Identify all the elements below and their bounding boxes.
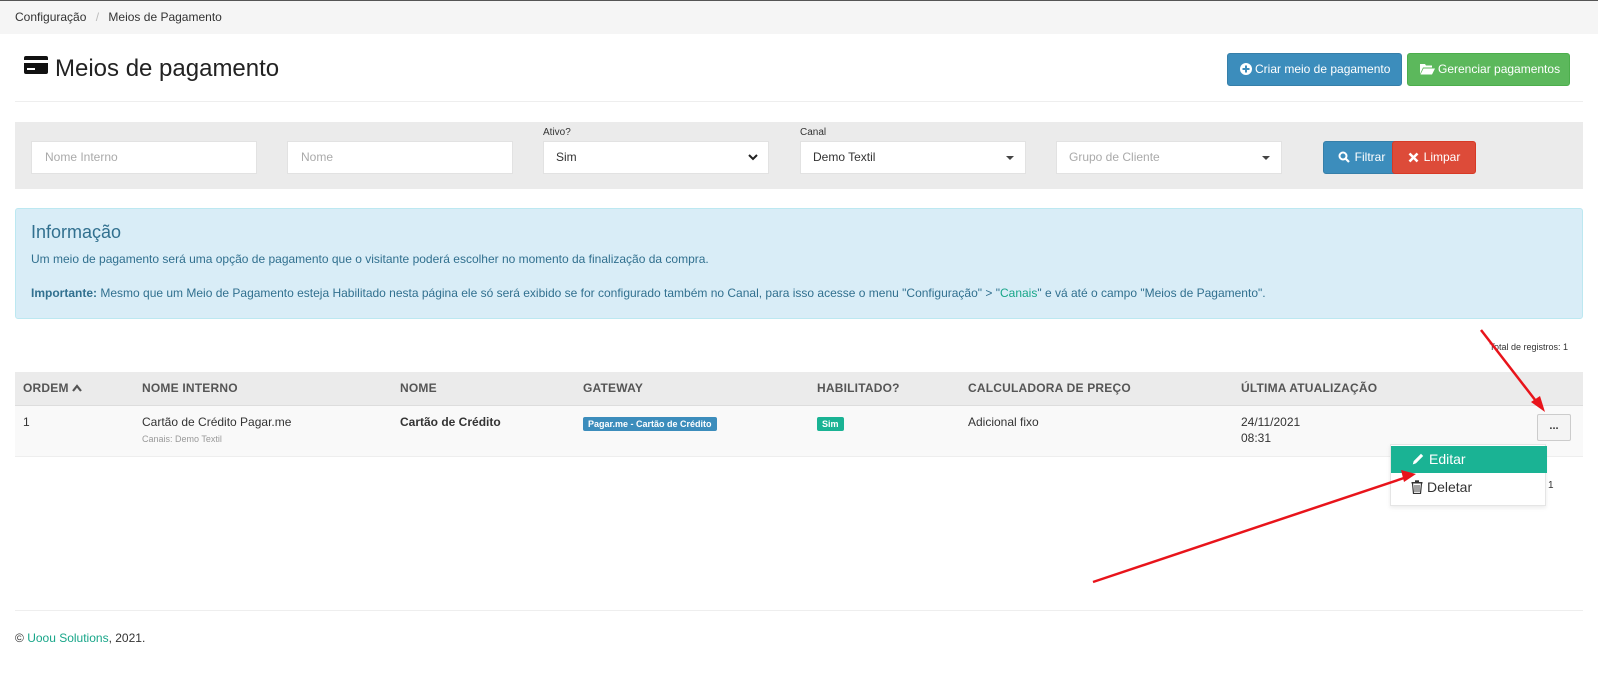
menu-item-delete-label: Deletar [1427, 479, 1473, 495]
channels-value: Canais: Demo Textil [142, 434, 222, 444]
channels-link[interactable]: Canais [1000, 286, 1037, 300]
manage-payments-button[interactable]: Gerenciar pagamentos [1407, 53, 1570, 86]
column-last-update[interactable]: ÚLTIMA ATUALIZAÇÃO [1241, 381, 1377, 395]
plus-circle-icon [1240, 63, 1252, 75]
active-select[interactable]: Sim [543, 141, 769, 174]
table-row: 1 Cartão de Crédito Pagar.me Canais: Dem… [15, 405, 1583, 457]
search-icon [1338, 151, 1350, 163]
column-enabled[interactable]: HABILITADO? [817, 381, 900, 395]
channel-select-value: Demo Textil [813, 150, 876, 164]
channel-select[interactable]: Demo Textil [800, 141, 1026, 174]
cell-internal-name: Cartão de Crédito Pagar.me Canais: Demo … [142, 415, 291, 444]
page-title: Meios de pagamento [55, 55, 280, 82]
updated-time: 08:31 [1241, 431, 1272, 445]
close-icon [1408, 152, 1419, 163]
caret-down-icon [1262, 156, 1270, 160]
filter-button-label: Filtrar [1354, 150, 1386, 164]
internal-name-value: Cartão de Crédito Pagar.me [142, 415, 292, 429]
manage-button-label: Gerenciar pagamentos [1438, 62, 1561, 76]
updated-date: 24/11/2021 [1241, 415, 1301, 429]
internal-name-placeholder: Nome Interno [45, 150, 118, 164]
cell-name: Cartão de Crédito [400, 415, 501, 429]
internal-name-input[interactable]: Nome Interno [31, 141, 257, 174]
breadcrumb-item-configuracao[interactable]: Configuração [15, 10, 86, 24]
name-placeholder: Nome [301, 150, 334, 164]
channel-label: Canal [800, 127, 827, 138]
info-important: Importante: Mesmo que um Meio de Pagamen… [31, 285, 1567, 302]
filter-panel: Nome Interno Nome Ativo? Sim Canal Demo … [15, 122, 1583, 189]
info-title: Informação [31, 222, 122, 242]
footer-divider [15, 610, 1583, 611]
column-gateway[interactable]: GATEWAY [583, 381, 643, 395]
row-actions-button[interactable]: ... [1537, 414, 1571, 441]
menu-item-edit[interactable]: Editar [1391, 446, 1547, 473]
annotation-arrows [1092, 329, 1545, 584]
folder-open-icon [1420, 64, 1435, 75]
footer: © Uoou Solutions, 2021. [15, 631, 145, 645]
cell-gateway: Pagar.me - Cartão de Crédito [583, 416, 717, 431]
column-name[interactable]: NOME [400, 381, 437, 395]
info-callout: Informação Um meio de pagamento será uma… [15, 208, 1583, 319]
create-payment-method-button[interactable]: Criar meio de pagamento [1227, 53, 1402, 86]
breadcrumb: Configuração / Meios de Pagamento [0, 1, 1598, 34]
customer-group-placeholder: Grupo de Cliente [1069, 150, 1160, 164]
pencil-icon [1412, 453, 1424, 465]
customer-group-select[interactable]: Grupo de Cliente [1056, 141, 1282, 174]
copyright-year: , 2021. [108, 631, 146, 645]
column-order[interactable]: ORDEM [23, 381, 83, 395]
cell-order: 1 [23, 415, 30, 429]
cell-price-calculator: Adicional fixo [968, 415, 1039, 429]
breadcrumb-separator: / [95, 10, 100, 24]
table-header: ORDEM NOME INTERNO NOME GATEWAY HABILITA… [15, 372, 1583, 405]
column-internal-name[interactable]: NOME INTERNO [142, 381, 238, 395]
important-label: Importante: [31, 286, 97, 300]
cell-last-update: 24/11/2021 08:31 [1241, 415, 1300, 445]
caret-down-icon [1006, 156, 1014, 160]
gateway-badge: Pagar.me - Cartão de Crédito [583, 417, 717, 431]
name-input[interactable]: Nome [287, 141, 513, 174]
clear-button[interactable]: Limpar [1392, 141, 1476, 174]
info-text: Um meio de pagamento será uma opção de p… [31, 252, 709, 266]
menu-item-edit-label: Editar [1429, 451, 1466, 467]
enabled-badge: Sim [817, 417, 844, 431]
company-link[interactable]: Uoou Solutions [27, 631, 108, 645]
cell-enabled: Sim [817, 416, 844, 431]
active-label: Ativo? [543, 127, 571, 138]
important-text-2: " e vá até o campo "Meios de Pagamento". [1037, 286, 1266, 300]
column-order-label: ORDEM [23, 381, 69, 395]
menu-item-delete[interactable]: Deletar [1391, 474, 1547, 501]
active-select-value: Sim [556, 150, 577, 164]
filter-button[interactable]: Filtrar [1323, 141, 1400, 174]
breadcrumb-item-current: Meios de Pagamento [108, 10, 222, 24]
important-text-1: Mesmo que um Meio de Pagamento esteja Ha… [100, 286, 1000, 300]
pagination-count: 1 [1548, 480, 1554, 491]
column-price-calculator[interactable]: CALCULADORA DE PREÇO [968, 381, 1131, 395]
credit-card-icon [24, 56, 48, 74]
copyright-symbol: © [15, 631, 24, 645]
create-button-label: Criar meio de pagamento [1255, 62, 1391, 76]
arrow-to-edit-item [1092, 470, 1416, 584]
chevron-down-icon [748, 154, 758, 161]
total-records: Total de registros: 1 [1489, 342, 1568, 352]
sort-up-icon [72, 384, 83, 392]
page-header: Meios de pagamento Criar meio de pagamen… [15, 52, 1583, 102]
row-actions-menu: Editar Deletar [1390, 444, 1547, 506]
trash-icon [1411, 480, 1423, 495]
clear-button-label: Limpar [1423, 150, 1461, 164]
